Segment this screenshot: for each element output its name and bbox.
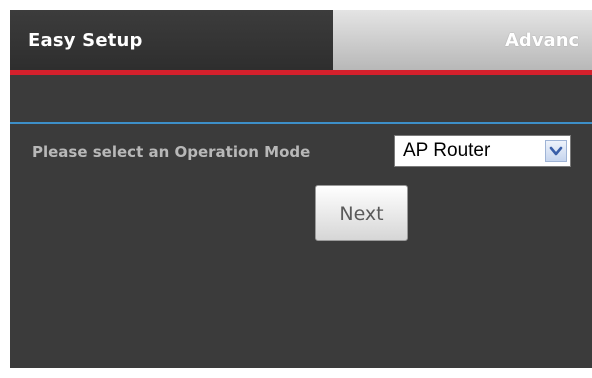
operation-mode-label: Please select an Operation Mode <box>32 143 311 161</box>
next-button[interactable]: Next <box>315 185 408 241</box>
tab-easy-setup[interactable]: Easy Setup <box>10 10 333 70</box>
section-divider <box>10 122 592 124</box>
tab-easy-setup-label: Easy Setup <box>28 30 143 51</box>
chevron-down-icon[interactable] <box>545 140 567 162</box>
operation-mode-select[interactable]: AP Router <box>394 135 571 167</box>
operation-mode-value: AP Router <box>403 140 491 161</box>
tab-advanced[interactable]: Advanc <box>333 10 592 70</box>
accent-bar <box>10 70 592 75</box>
tab-advanced-label: Advanc <box>505 30 580 51</box>
next-button-label: Next <box>339 203 384 225</box>
tab-bar: Easy Setup Advanc <box>10 10 592 70</box>
router-setup-panel: Easy Setup Advanc Please select an Opera… <box>10 10 592 368</box>
